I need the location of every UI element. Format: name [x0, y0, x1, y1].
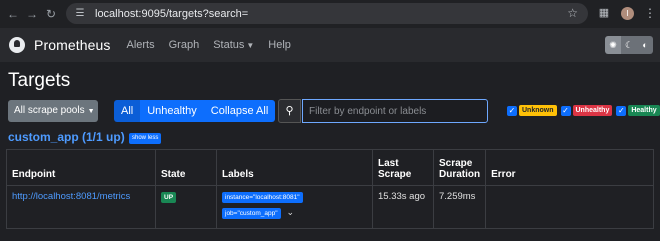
- address-bar[interactable]: ☰ localhost:9095/targets?search= ☆: [66, 3, 588, 24]
- check-icon[interactable]: ✓: [560, 105, 571, 116]
- search-input[interactable]: [302, 99, 488, 123]
- nav-alerts[interactable]: Alerts: [126, 39, 154, 51]
- theme-dark-icon[interactable]: ☾: [621, 36, 637, 54]
- header-state: State: [155, 149, 217, 186]
- state-badge: UP: [161, 192, 177, 203]
- prometheus-logo[interactable]: [9, 37, 25, 53]
- profile-avatar[interactable]: I: [621, 6, 634, 20]
- health-unknown-badge[interactable]: Unknown: [519, 105, 557, 116]
- star-icon[interactable]: ☆: [567, 6, 578, 20]
- nav-help[interactable]: Help: [268, 39, 291, 51]
- show-less-button[interactable]: show less: [129, 133, 162, 144]
- targets-table: Endpoint State Labels Last Scrape Scrape…: [6, 149, 654, 229]
- app-navbar: Prometheus Alerts Graph Status ▼ Help ✺ ☾…: [0, 28, 660, 62]
- collapse-all-button[interactable]: Collapse All: [203, 100, 276, 122]
- nav-status[interactable]: Status ▼: [213, 39, 254, 51]
- theme-toggle: ✺ ☾ ◐: [605, 36, 653, 54]
- label-job-badge: job="custom_app": [222, 208, 281, 219]
- reload-icon[interactable]: ↻: [44, 7, 58, 21]
- table-header-row: Endpoint State Labels Last Scrape Scrape…: [6, 149, 654, 186]
- filter-unhealthy-button[interactable]: Unhealthy: [140, 100, 204, 122]
- check-icon[interactable]: ✓: [507, 105, 517, 116]
- url-text[interactable]: localhost:9095/targets?search=: [95, 8, 248, 20]
- labels-cell: instance="localhost:8081" job="custom_ap…: [216, 185, 373, 229]
- label-instance-badge: instance="localhost:8081": [222, 192, 303, 203]
- check-icon[interactable]: ✓: [616, 105, 627, 116]
- header-error: Error: [485, 149, 654, 186]
- error-cell: [485, 185, 654, 229]
- menu-icon[interactable]: ⋮: [644, 6, 656, 20]
- nav-graph[interactable]: Graph: [169, 39, 200, 51]
- header-endpoint: Endpoint: [6, 149, 156, 186]
- header-labels: Labels: [216, 149, 373, 186]
- filter-button-group: All Unhealthy Collapse All: [114, 100, 276, 122]
- nav-status-label: Status: [213, 39, 245, 51]
- scrape-pool-title[interactable]: custom_app (1/1 up): [8, 130, 125, 144]
- back-icon[interactable]: ←: [6, 7, 20, 21]
- chevron-down-icon[interactable]: ⌄: [287, 207, 295, 218]
- site-info-icon[interactable]: ☰: [73, 7, 87, 21]
- filter-all-button[interactable]: All: [114, 100, 141, 122]
- brand-name[interactable]: Prometheus: [34, 37, 110, 53]
- scrape-duration-cell: 7.259ms: [432, 185, 487, 229]
- extensions-icon[interactable]: ▦: [597, 6, 611, 20]
- theme-auto-icon[interactable]: ◐: [637, 36, 653, 54]
- chevron-down-icon: ▼: [246, 41, 255, 50]
- forward-icon[interactable]: →: [25, 7, 39, 21]
- scrape-pools-label: All scrape pools: [14, 105, 85, 116]
- last-scrape-cell: 15.33s ago: [372, 185, 434, 229]
- health-healthy-badge[interactable]: Healthy: [628, 105, 660, 116]
- endpoint-cell: http://localhost:8081/metrics: [6, 185, 156, 229]
- health-unhealthy-badge[interactable]: Unhealthy: [572, 105, 613, 116]
- theme-light-icon[interactable]: ✺: [605, 36, 621, 54]
- table-row: http://localhost:8081/metrics UP instanc…: [6, 185, 654, 229]
- state-cell: UP: [155, 185, 217, 229]
- browser-toolbar: ← → ↻ ☰ localhost:9095/targets?search= ☆…: [0, 0, 660, 28]
- search-icon[interactable]: ⚲: [278, 99, 301, 123]
- health-filters: ✓ Unknown ✓ Unhealthy ✓ Healthy: [507, 105, 660, 116]
- endpoint-link[interactable]: http://localhost:8081/metrics: [12, 191, 130, 202]
- page-title: Targets: [8, 70, 71, 91]
- header-scrape-duration: Scrape Duration: [432, 149, 487, 186]
- chevron-down-icon: ▼: [87, 108, 95, 115]
- scrape-pools-dropdown[interactable]: All scrape pools ▼: [8, 100, 98, 122]
- header-last-scrape: Last Scrape: [372, 149, 434, 186]
